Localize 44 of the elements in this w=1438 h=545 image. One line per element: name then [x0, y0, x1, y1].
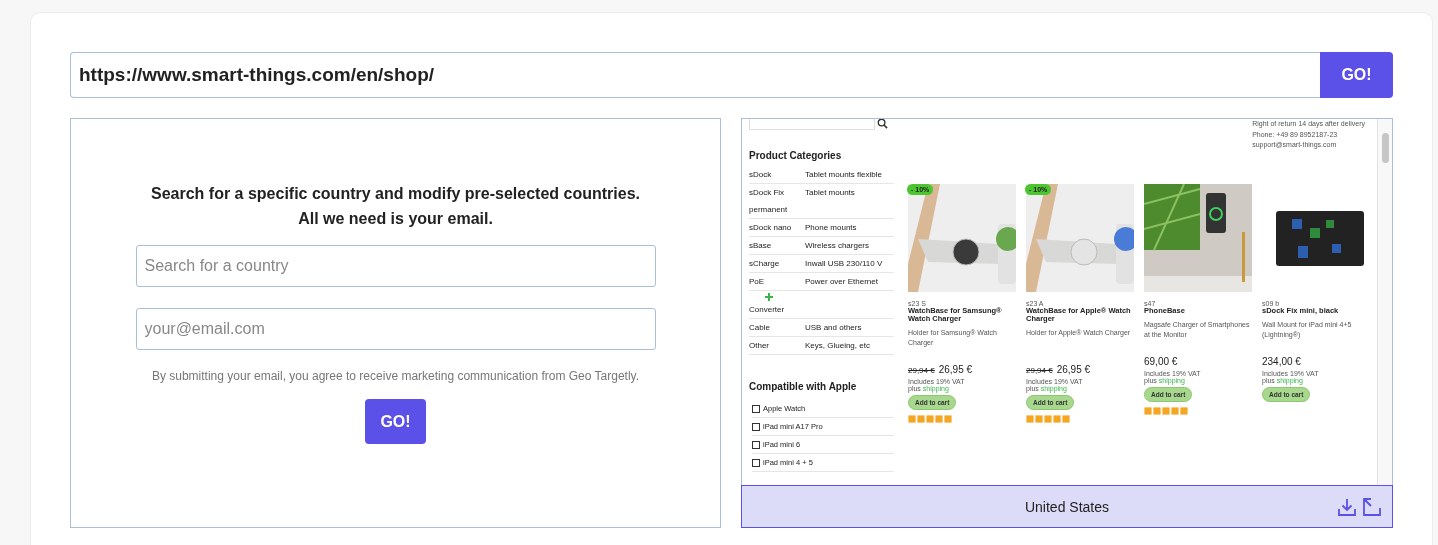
product-price: 69,00 € — [1144, 356, 1178, 367]
country-search-field[interactable]: Search for a country — [135, 245, 656, 287]
category-link[interactable]: Cable — [749, 319, 805, 336]
category-description[interactable]: Tablet mounts — [805, 184, 855, 218]
expand-icon[interactable] — [1362, 497, 1382, 517]
plus-icon — [765, 293, 773, 301]
category-link[interactable]: sDock nano — [749, 219, 805, 236]
email-field[interactable]: your@email.com — [135, 308, 656, 350]
download-icon[interactable] — [1337, 497, 1357, 517]
category-link[interactable]: Converter — [749, 301, 805, 318]
old-price: 29,94 € — [908, 366, 935, 375]
category-description[interactable]: Phone mounts — [805, 219, 857, 236]
checkbox[interactable] — [752, 422, 760, 431]
checkbox[interactable] — [752, 404, 760, 413]
section-title: Product Categories — [749, 150, 843, 161]
product-price: 234,00 € — [1262, 356, 1301, 367]
category-description[interactable]: USB and others — [805, 319, 862, 336]
search-icon[interactable] — [877, 119, 888, 129]
form-heading: Search for a specific country and modify pre-selected countries. — [151, 184, 640, 204]
go-button[interactable]: GO! — [365, 399, 426, 444]
category-link[interactable]: sBase — [749, 237, 805, 254]
url-field[interactable]: https://www.smart-things.com/en/shop/ — [70, 52, 1320, 98]
category-description[interactable]: Keys, Glueing, etc — [805, 337, 870, 354]
category-description[interactable]: Tablet mounts flexible — [805, 166, 882, 183]
category-link[interactable]: sDock — [749, 166, 805, 183]
category-link[interactable]: PoE — [749, 273, 805, 290]
product-price: 26,95 € — [1056, 364, 1091, 375]
scrollbar-thumb[interactable] — [1381, 133, 1389, 163]
category-description[interactable]: Wireless chargers — [805, 237, 869, 254]
category-link[interactable]: Other — [749, 337, 805, 354]
form-heading: All we need is your email. — [297, 209, 494, 229]
checkbox[interactable] — [752, 440, 760, 449]
search-field[interactable] — [749, 119, 875, 130]
category-description[interactable]: Inwall USB 230/110 V — [805, 255, 883, 272]
go-button[interactable]: GO! — [1320, 52, 1393, 98]
old-price: 29,94 € — [1026, 366, 1053, 375]
category-link[interactable]: sCharge — [749, 255, 805, 272]
product-price: 26,95 € — [938, 364, 973, 375]
category-description[interactable]: Power over Ethernet — [805, 273, 878, 290]
checkbox[interactable] — [752, 458, 760, 467]
country-name: United States — [1024, 498, 1110, 515]
section-title: Compatible with Apple — [749, 381, 858, 392]
scrollbar[interactable] — [1377, 119, 1392, 485]
disclaimer-text: By submitting your email, you agree to receive marketing communication from Geo Targetly. — [150, 368, 641, 385]
